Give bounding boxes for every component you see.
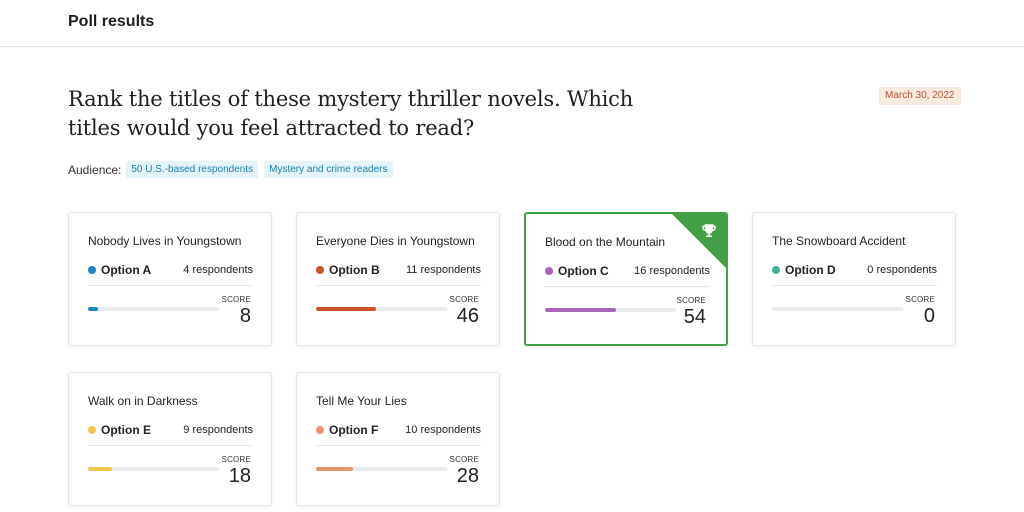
audience-chip-respondents[interactable]: 50 U.S.-based respondents xyxy=(126,161,259,178)
option-color-dot xyxy=(88,426,96,434)
score-label: SCORE xyxy=(449,295,479,304)
option-row: Option D 0 respondents xyxy=(772,263,937,277)
trophy-icon xyxy=(702,224,716,237)
option-row: Option C 16 respondents xyxy=(545,264,710,278)
score-bar-track xyxy=(88,467,219,471)
score-bar-fill xyxy=(316,467,353,471)
audience-row: Audience: 50 U.S.-based respondents Myst… xyxy=(68,161,399,178)
score-label: SCORE xyxy=(449,455,479,464)
score-label: SCORE xyxy=(676,296,706,305)
option-card-b[interactable]: Everyone Dies in Youngstown Option B 11 re… xyxy=(296,212,500,346)
option-title: Blood on the Mountain xyxy=(545,235,666,249)
option-name: Option E xyxy=(101,423,151,437)
score-bar-fill xyxy=(88,307,99,311)
score-bar-track xyxy=(772,307,903,311)
option-color-dot xyxy=(316,266,324,274)
option-respondents: 4 respondents xyxy=(183,264,253,276)
score-bar-track xyxy=(316,467,447,471)
option-card-e[interactable]: Walk on in Darkness Option E 9 respondents… xyxy=(68,372,272,506)
divider xyxy=(772,285,937,286)
poll-question: Rank the titles of these mystery thrille… xyxy=(68,87,634,140)
score-bar-track xyxy=(88,307,219,311)
option-respondents: 11 respondents xyxy=(405,264,481,276)
score-label: SCORE xyxy=(221,295,251,304)
option-respondents: 9 respondents xyxy=(183,424,253,436)
option-color-dot xyxy=(545,267,553,275)
option-row: Option B 11 respondents xyxy=(316,263,481,277)
option-name: Option C xyxy=(558,264,609,278)
option-name: Option D xyxy=(785,263,836,277)
divider xyxy=(88,445,253,446)
score-value: 46 xyxy=(456,305,479,327)
option-respondents: 16 respondents xyxy=(634,265,710,277)
option-name: Option B xyxy=(329,263,380,277)
score-bar-fill xyxy=(88,467,112,471)
score-bar-track xyxy=(316,307,447,311)
score-bar-fill xyxy=(316,307,377,311)
divider xyxy=(316,285,481,286)
option-row: Option E 9 respondents xyxy=(88,423,253,437)
option-card-f[interactable]: Tell Me Your Lies Option F 10 respondents S… xyxy=(296,372,500,506)
option-title: Tell Me Your Lies xyxy=(316,394,407,408)
score-value: 54 xyxy=(683,306,706,328)
score-value: 8 xyxy=(239,305,251,327)
option-color-dot xyxy=(88,266,96,274)
score-label: SCORE xyxy=(221,455,251,464)
top-bar: Poll results xyxy=(0,0,1024,47)
option-card-d[interactable]: The Snowboard Accident Option D 0 responde… xyxy=(752,212,956,346)
option-name: Option A xyxy=(101,263,152,277)
option-respondents: 10 respondents xyxy=(405,424,481,436)
score-label: SCORE xyxy=(905,295,935,304)
option-color-dot xyxy=(772,266,780,274)
audience-label: Audience: xyxy=(68,162,122,177)
divider xyxy=(545,286,710,287)
option-title: The Snowboard Accident xyxy=(772,234,906,248)
option-title: Everyone Dies in Youngstown xyxy=(316,234,475,248)
divider xyxy=(316,445,481,446)
score-value: 28 xyxy=(456,465,479,487)
option-card-c[interactable]: Blood on the Mountain Option C 16 responde… xyxy=(524,212,728,346)
score-bar-fill xyxy=(545,308,616,312)
page-title: Poll results xyxy=(68,13,155,30)
score-value: 0 xyxy=(923,305,935,327)
option-respondents: 0 respondents xyxy=(867,264,937,276)
option-card-a[interactable]: Nobody Lives in Youngstown Option A 4 resp… xyxy=(68,212,272,346)
option-title: Walk on in Darkness xyxy=(88,394,198,408)
audience-chip-readers[interactable]: Mystery and crime readers xyxy=(264,161,393,178)
date-badge: March 30, 2022 xyxy=(879,87,961,105)
option-row: Option A 4 respondents xyxy=(88,263,253,277)
winner-ribbon xyxy=(670,214,726,270)
option-color-dot xyxy=(316,426,324,434)
score-value: 18 xyxy=(228,465,251,487)
score-bar-track xyxy=(545,308,676,312)
option-title: Nobody Lives in Youngstown xyxy=(88,234,242,248)
divider xyxy=(88,285,253,286)
option-name: Option F xyxy=(329,423,379,437)
option-row: Option F 10 respondents xyxy=(316,423,481,437)
